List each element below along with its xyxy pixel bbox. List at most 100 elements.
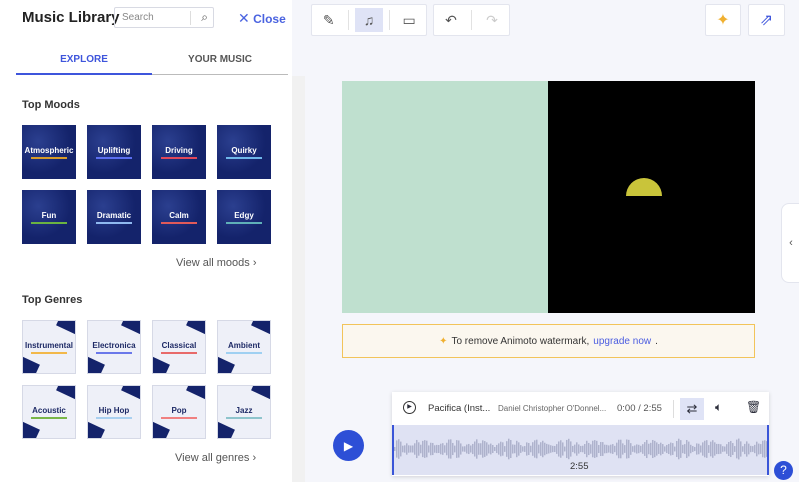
tile-label: Ambient [228,340,260,350]
waveform-trim[interactable]: 2:55 [392,425,769,475]
close-label: Close [253,12,286,26]
view-all-moods-label: View all moods [176,257,250,269]
help-button[interactable]: ? [774,461,793,480]
genre-tile[interactable]: Hip Hop [87,385,141,439]
tile-label: Hip Hop [98,405,130,415]
play-icon: ▶ [343,438,354,453]
tile-label: Classical [161,340,197,350]
tile-label: Edgy [234,210,254,220]
track-artist: Daniel Christopher O'Donnel... [498,404,607,413]
genre-tile[interactable]: Acoustic [22,385,76,439]
view-all-genres-link[interactable]: View all genres › [175,452,256,464]
close-button[interactable]: ✕ Close [238,10,286,27]
tile-underline [96,156,132,159]
tile-underline [161,156,197,159]
watermark-suffix: . [655,335,658,347]
tile-label: Fun [41,210,57,220]
undo-icon[interactable]: ↶ [437,8,465,32]
volume-icon[interactable]: 🔈︎ [715,400,722,415]
redo-icon[interactable]: ↷ [478,8,506,32]
tile-underline [31,221,67,224]
watermark-banner: ✦ To remove Animoto watermark, upgrade n… [342,324,755,358]
aspect-ratio-icon[interactable]: ▭ [395,8,423,32]
mood-tile[interactable]: Dramatic [87,190,141,244]
tile-label: Jazz [235,405,253,415]
tile-underline [226,156,262,159]
collapse-side-panel-button[interactable]: ‹ [781,203,799,283]
track-time: 0:00 / 2:55 [617,403,662,414]
scrollbar[interactable] [292,76,305,482]
mood-tile[interactable]: Atmospheric [22,125,76,179]
tile-underline [226,416,262,419]
tile-underline [226,221,262,224]
trash-icon[interactable]: 🗑︎ [746,400,761,414]
tile-underline [96,351,132,354]
sparkle-button[interactable]: ✦ [705,4,741,36]
tab-your-music[interactable]: YOUR MUSIC [152,54,288,65]
genre-tile[interactable]: Electronica [87,320,141,374]
mood-tile[interactable]: Fun [22,190,76,244]
watermark-text: To remove Animoto watermark, [451,335,590,347]
search-placeholder: Search [122,12,154,23]
tile-underline [161,416,197,419]
mood-tile[interactable]: Quirky [217,125,271,179]
music-library-panel: Music Library Search ⌕ ✕ Close EXPLORE YO… [0,0,292,482]
moods-heading: Top Moods [22,99,80,111]
tile-label: Quirky [231,145,257,155]
close-icon: ✕ [238,10,250,26]
upgrade-link[interactable]: upgrade now [593,336,651,347]
tab-indicator [16,73,152,75]
genre-tile[interactable]: Pop [152,385,206,439]
tile-label: Instrumental [24,340,73,350]
tile-underline [226,351,262,354]
sparkle-icon: ✦ [439,335,448,347]
search-input[interactable]: Search ⌕ [114,7,214,28]
play-button[interactable]: ▶ [333,430,364,461]
track-title: Pacifica (Inst... [428,403,491,414]
history-toolbar: ↶ ↷ [433,4,510,36]
genre-tile[interactable]: Classical [152,320,206,374]
tile-label: Driving [165,145,193,155]
tile-underline [161,351,197,354]
tile-label: Calm [169,210,189,220]
track-duration: 2:55 [570,461,589,472]
tile-underline [161,221,197,224]
tab-explore[interactable]: EXPLORE [16,54,152,65]
export-button[interactable]: ⇗ [748,4,785,36]
external-link-icon: ⇗ [759,12,774,29]
pencil-icon[interactable]: ✎ [315,8,343,32]
tile-underline [31,156,67,159]
view-all-genres-label: View all genres [175,452,250,464]
mood-tile[interactable]: Uplifting [87,125,141,179]
tile-underline [96,416,132,419]
mood-tile[interactable]: Edgy [217,190,271,244]
preview-left-pane [342,81,548,313]
tab-divider [152,74,288,75]
tile-label: Pop [171,405,187,415]
tile-label: Atmospheric [24,145,74,155]
loop-icon[interactable]: ⇄ [680,398,704,420]
tile-underline [31,416,67,419]
panel-title: Music Library [22,9,120,26]
tile-label: Uplifting [97,145,131,155]
divider [673,400,674,418]
sparkle-icon: ✦ [716,12,730,29]
video-logo-image [626,178,662,196]
genre-tile[interactable]: Ambient [217,320,271,374]
chevron-left-icon: ‹ [789,237,793,249]
genres-heading: Top Genres [22,294,83,306]
music-note-icon[interactable]: ♫ [354,8,383,32]
chevron-right-icon: › [252,452,257,464]
chevron-right-icon: › [252,257,257,269]
mood-tile[interactable]: Driving [152,125,206,179]
genre-tile[interactable]: Instrumental [22,320,76,374]
edit-toolbar: ✎ ♫ ▭ [311,4,427,36]
tile-underline [31,351,67,354]
tile-label: Electronica [92,340,136,350]
genre-tile[interactable]: Jazz [217,385,271,439]
search-icon[interactable]: ⌕ [201,8,208,27]
play-track-icon[interactable]: ▶ [403,401,416,414]
mood-tile[interactable]: Calm [152,190,206,244]
view-all-moods-link[interactable]: View all moods › [176,257,257,269]
preview-right-pane [548,81,755,313]
